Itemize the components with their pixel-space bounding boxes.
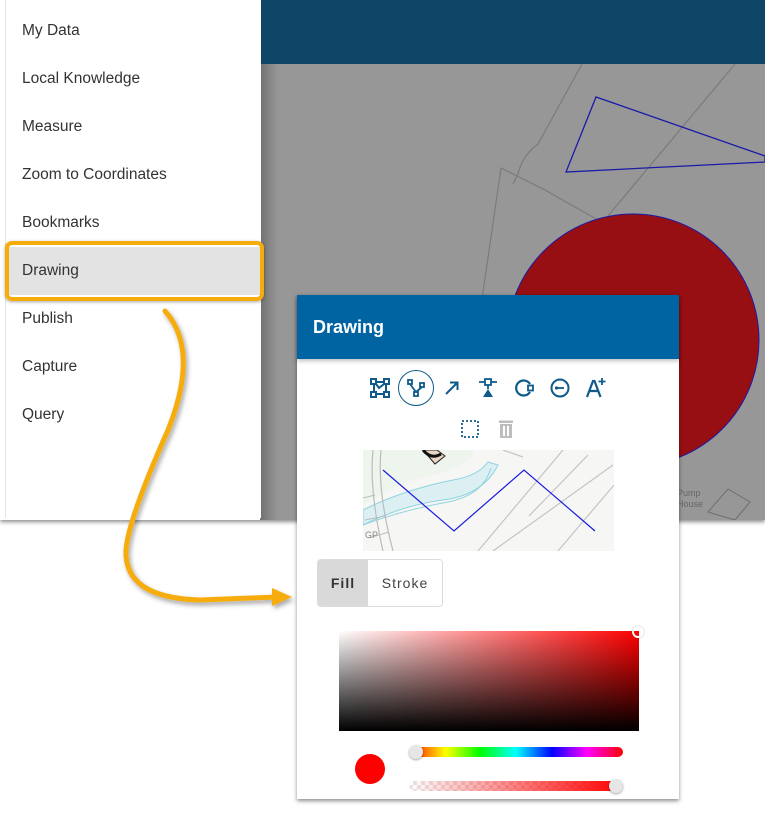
tool-polyline[interactable]: [398, 370, 434, 406]
callout-arrowhead: [272, 588, 292, 606]
secondary-toolbar: [297, 415, 679, 443]
sidebar-item-publish[interactable]: Publish: [6, 295, 261, 343]
text-add-icon: [585, 378, 606, 398]
tool-text[interactable]: [578, 370, 614, 406]
rotate-icon: [515, 379, 534, 397]
drawing-toolbar: [297, 370, 679, 406]
sidebar-item-capture[interactable]: Capture: [6, 343, 261, 391]
arrow-icon: [445, 381, 459, 395]
map-label-house: House: [677, 499, 703, 509]
sidebar-item-measure[interactable]: Measure: [6, 103, 261, 151]
app-top-bar: [260, 0, 765, 64]
sidebar-item-local-knowledge[interactable]: Local Knowledge: [6, 55, 261, 103]
edit-vertices-icon: [370, 378, 390, 398]
trash-icon: [499, 420, 513, 438]
circle-radius-icon: [550, 378, 570, 398]
hue-slider[interactable]: [409, 745, 623, 759]
map-road-line: [607, 64, 736, 217]
drawing-panel: Drawing GP Fill Stroke: [297, 295, 679, 799]
alpha-slider[interactable]: [409, 779, 623, 793]
tool-edit-vertices[interactable]: [362, 370, 398, 406]
map-building-outline: [707, 488, 751, 520]
select-area-icon: [461, 420, 479, 438]
fill-stroke-toggle: Fill Stroke: [317, 559, 443, 607]
preview-canvas: GP: [363, 450, 614, 551]
sidebar-item-query[interactable]: Query: [6, 391, 261, 439]
map-label-pump: Pump: [677, 488, 701, 498]
tool-arrow[interactable]: [434, 370, 470, 406]
saturation-brightness-picker[interactable]: [339, 626, 644, 731]
tool-point[interactable]: [470, 370, 506, 406]
style-preview-map: GP: [363, 450, 614, 551]
current-color-swatch: [355, 754, 385, 784]
tool-select-area[interactable]: [456, 415, 484, 443]
saturation-handle[interactable]: [632, 626, 644, 638]
sidebar-menu: My Data Local Knowledge Measure Zoom to …: [5, 0, 261, 518]
map-drawn-triangle: [565, 96, 765, 173]
tool-delete[interactable]: [492, 415, 520, 443]
tool-rotate[interactable]: [506, 370, 542, 406]
tool-circle[interactable]: [542, 370, 578, 406]
point-marker-icon: [479, 378, 497, 397]
map-road-line: [512, 64, 583, 185]
sidebar-item-zoom-to-coordinates[interactable]: Zoom to Coordinates: [6, 151, 261, 199]
sidebar-item-my-data[interactable]: My Data: [6, 7, 261, 55]
preview-map-label: GP: [365, 530, 378, 540]
tab-stroke[interactable]: Stroke: [368, 560, 442, 606]
hue-slider-handle[interactable]: [409, 745, 423, 759]
alpha-slider-handle[interactable]: [609, 779, 623, 793]
panel-title: Drawing: [297, 295, 679, 359]
sidebar-item-drawing[interactable]: Drawing: [6, 247, 261, 295]
sidebar-item-bookmarks[interactable]: Bookmarks: [6, 199, 261, 247]
tab-fill[interactable]: Fill: [318, 560, 368, 606]
polyline-icon: [407, 379, 425, 397]
